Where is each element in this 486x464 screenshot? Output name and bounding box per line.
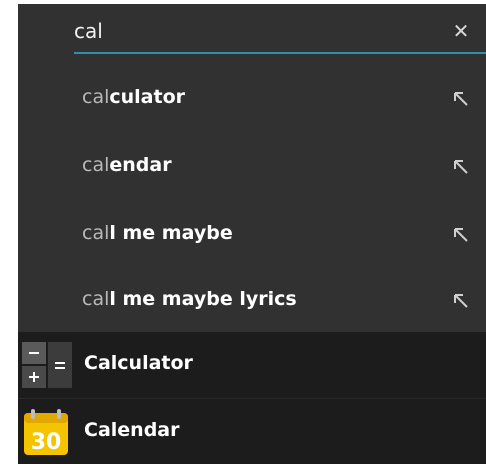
arrow-up-left-icon[interactable] [450, 224, 472, 246]
close-icon: ✕ [452, 19, 470, 43]
app-results: Calculator 30 Calendar [18, 332, 486, 464]
svg-text:30: 30 [31, 430, 62, 455]
app-label: Calculator [84, 352, 193, 374]
suggestion-item[interactable]: call me maybe [18, 200, 486, 268]
suggestion-text: calculator [82, 86, 186, 108]
suggestion-text: call me maybe lyrics [82, 288, 297, 310]
search-bar: ✕ [18, 4, 486, 64]
suggestion-item[interactable]: calculator [18, 64, 486, 132]
suggestion-item[interactable]: call me maybe lyrics [18, 266, 486, 334]
app-result-calendar[interactable]: 30 Calendar [18, 398, 486, 464]
suggestion-item[interactable]: calendar [18, 132, 486, 200]
calendar-icon: 30 [24, 409, 68, 455]
arrow-up-left-icon[interactable] [450, 88, 472, 110]
search-input[interactable] [74, 16, 414, 46]
arrow-up-left-icon[interactable] [450, 156, 472, 178]
app-result-calculator[interactable]: Calculator [18, 332, 486, 398]
calculator-icon [22, 342, 72, 388]
suggestion-text: call me maybe [82, 222, 233, 244]
app-label: Calendar [84, 419, 180, 441]
search-suggestions-panel: ✕ calculator calendar call me maybe call… [18, 4, 486, 464]
arrow-up-left-icon[interactable] [450, 290, 472, 312]
search-underline [74, 52, 486, 54]
clear-button[interactable]: ✕ [446, 16, 476, 46]
suggestion-text: calendar [82, 154, 172, 176]
